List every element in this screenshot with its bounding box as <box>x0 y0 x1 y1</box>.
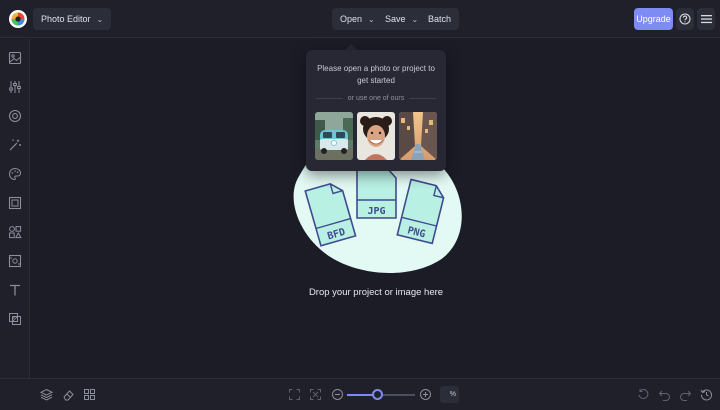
hamburger-menu-icon <box>700 15 712 24</box>
chevron-down-icon: ⌄ <box>411 14 419 24</box>
batch-button[interactable]: Batch <box>420 8 460 30</box>
history-icon[interactable] <box>700 388 713 401</box>
eraser-icon[interactable] <box>62 388 75 401</box>
popover-divider: or use one of ours <box>316 92 436 104</box>
grid-icon[interactable] <box>83 388 96 401</box>
batch-label: Batch <box>428 14 452 24</box>
magic-wand-icon[interactable] <box>8 138 22 152</box>
zoom-slider-handle[interactable] <box>372 389 384 400</box>
zoom-percent-input[interactable]: % <box>440 386 459 403</box>
upgrade-button[interactable]: Upgrade <box>634 8 673 30</box>
divider-line <box>316 97 343 99</box>
image-icon[interactable] <box>8 51 22 65</box>
popover-message: Please open a photo or project to get st… <box>317 64 435 85</box>
zoom-unit: % <box>449 391 456 398</box>
actual-size-icon[interactable] <box>309 388 322 401</box>
undo-icon[interactable] <box>658 388 671 401</box>
sliders-icon[interactable] <box>8 80 22 94</box>
tool-sidebar <box>0 39 30 378</box>
layers-overlay-icon[interactable] <box>8 312 22 326</box>
upgrade-label: Upgrade <box>636 14 671 24</box>
redo-icon[interactable] <box>679 388 692 401</box>
popover-subtext: or use one of ours <box>347 94 405 102</box>
sample-photo-canal[interactable] <box>399 112 437 160</box>
dropzone-message: Drop your project or image here <box>308 287 444 298</box>
divider-line <box>409 97 436 99</box>
top-toolbar: Photo Editor ⌄ Open ⌄ Save ⌄ Batch Upgra… <box>0 0 720 38</box>
reset-icon[interactable] <box>637 388 650 401</box>
shapes-icon[interactable] <box>8 225 22 239</box>
fit-screen-icon[interactable] <box>288 388 301 401</box>
chevron-down-icon: ⌄ <box>96 14 104 24</box>
save-label: Save <box>385 14 406 24</box>
app-logo-icon[interactable] <box>8 9 28 29</box>
app-menu-dropdown[interactable]: Photo Editor ⌄ <box>33 8 112 30</box>
jpg-label: JPG <box>367 206 385 217</box>
text-icon[interactable] <box>8 283 22 297</box>
bottom-toolbar: % <box>0 378 720 410</box>
jpg-file-icon: JPG <box>356 167 397 219</box>
open-popover: Please open a photo or project to get st… <box>306 50 446 171</box>
zoom-in-icon[interactable] <box>419 388 432 401</box>
layers-icon[interactable] <box>40 388 53 401</box>
target-icon[interactable] <box>8 109 22 123</box>
app-menu-label: Photo Editor <box>41 14 91 24</box>
zoom-out-icon[interactable] <box>331 388 344 401</box>
sample-photo-van[interactable] <box>315 112 353 160</box>
sample-photo-portrait[interactable] <box>357 112 395 160</box>
palette-icon[interactable] <box>8 167 22 181</box>
main-menu-button[interactable] <box>697 8 715 30</box>
save-button[interactable]: Save ⌄ <box>377 8 427 30</box>
chevron-down-icon: ⌄ <box>368 14 375 24</box>
open-label: Open <box>340 14 363 24</box>
frame-icon[interactable] <box>8 196 22 210</box>
help-icon <box>679 13 691 25</box>
help-button[interactable] <box>676 8 694 30</box>
open-button[interactable]: Open ⌄ <box>332 8 383 30</box>
texture-icon[interactable] <box>8 254 22 268</box>
